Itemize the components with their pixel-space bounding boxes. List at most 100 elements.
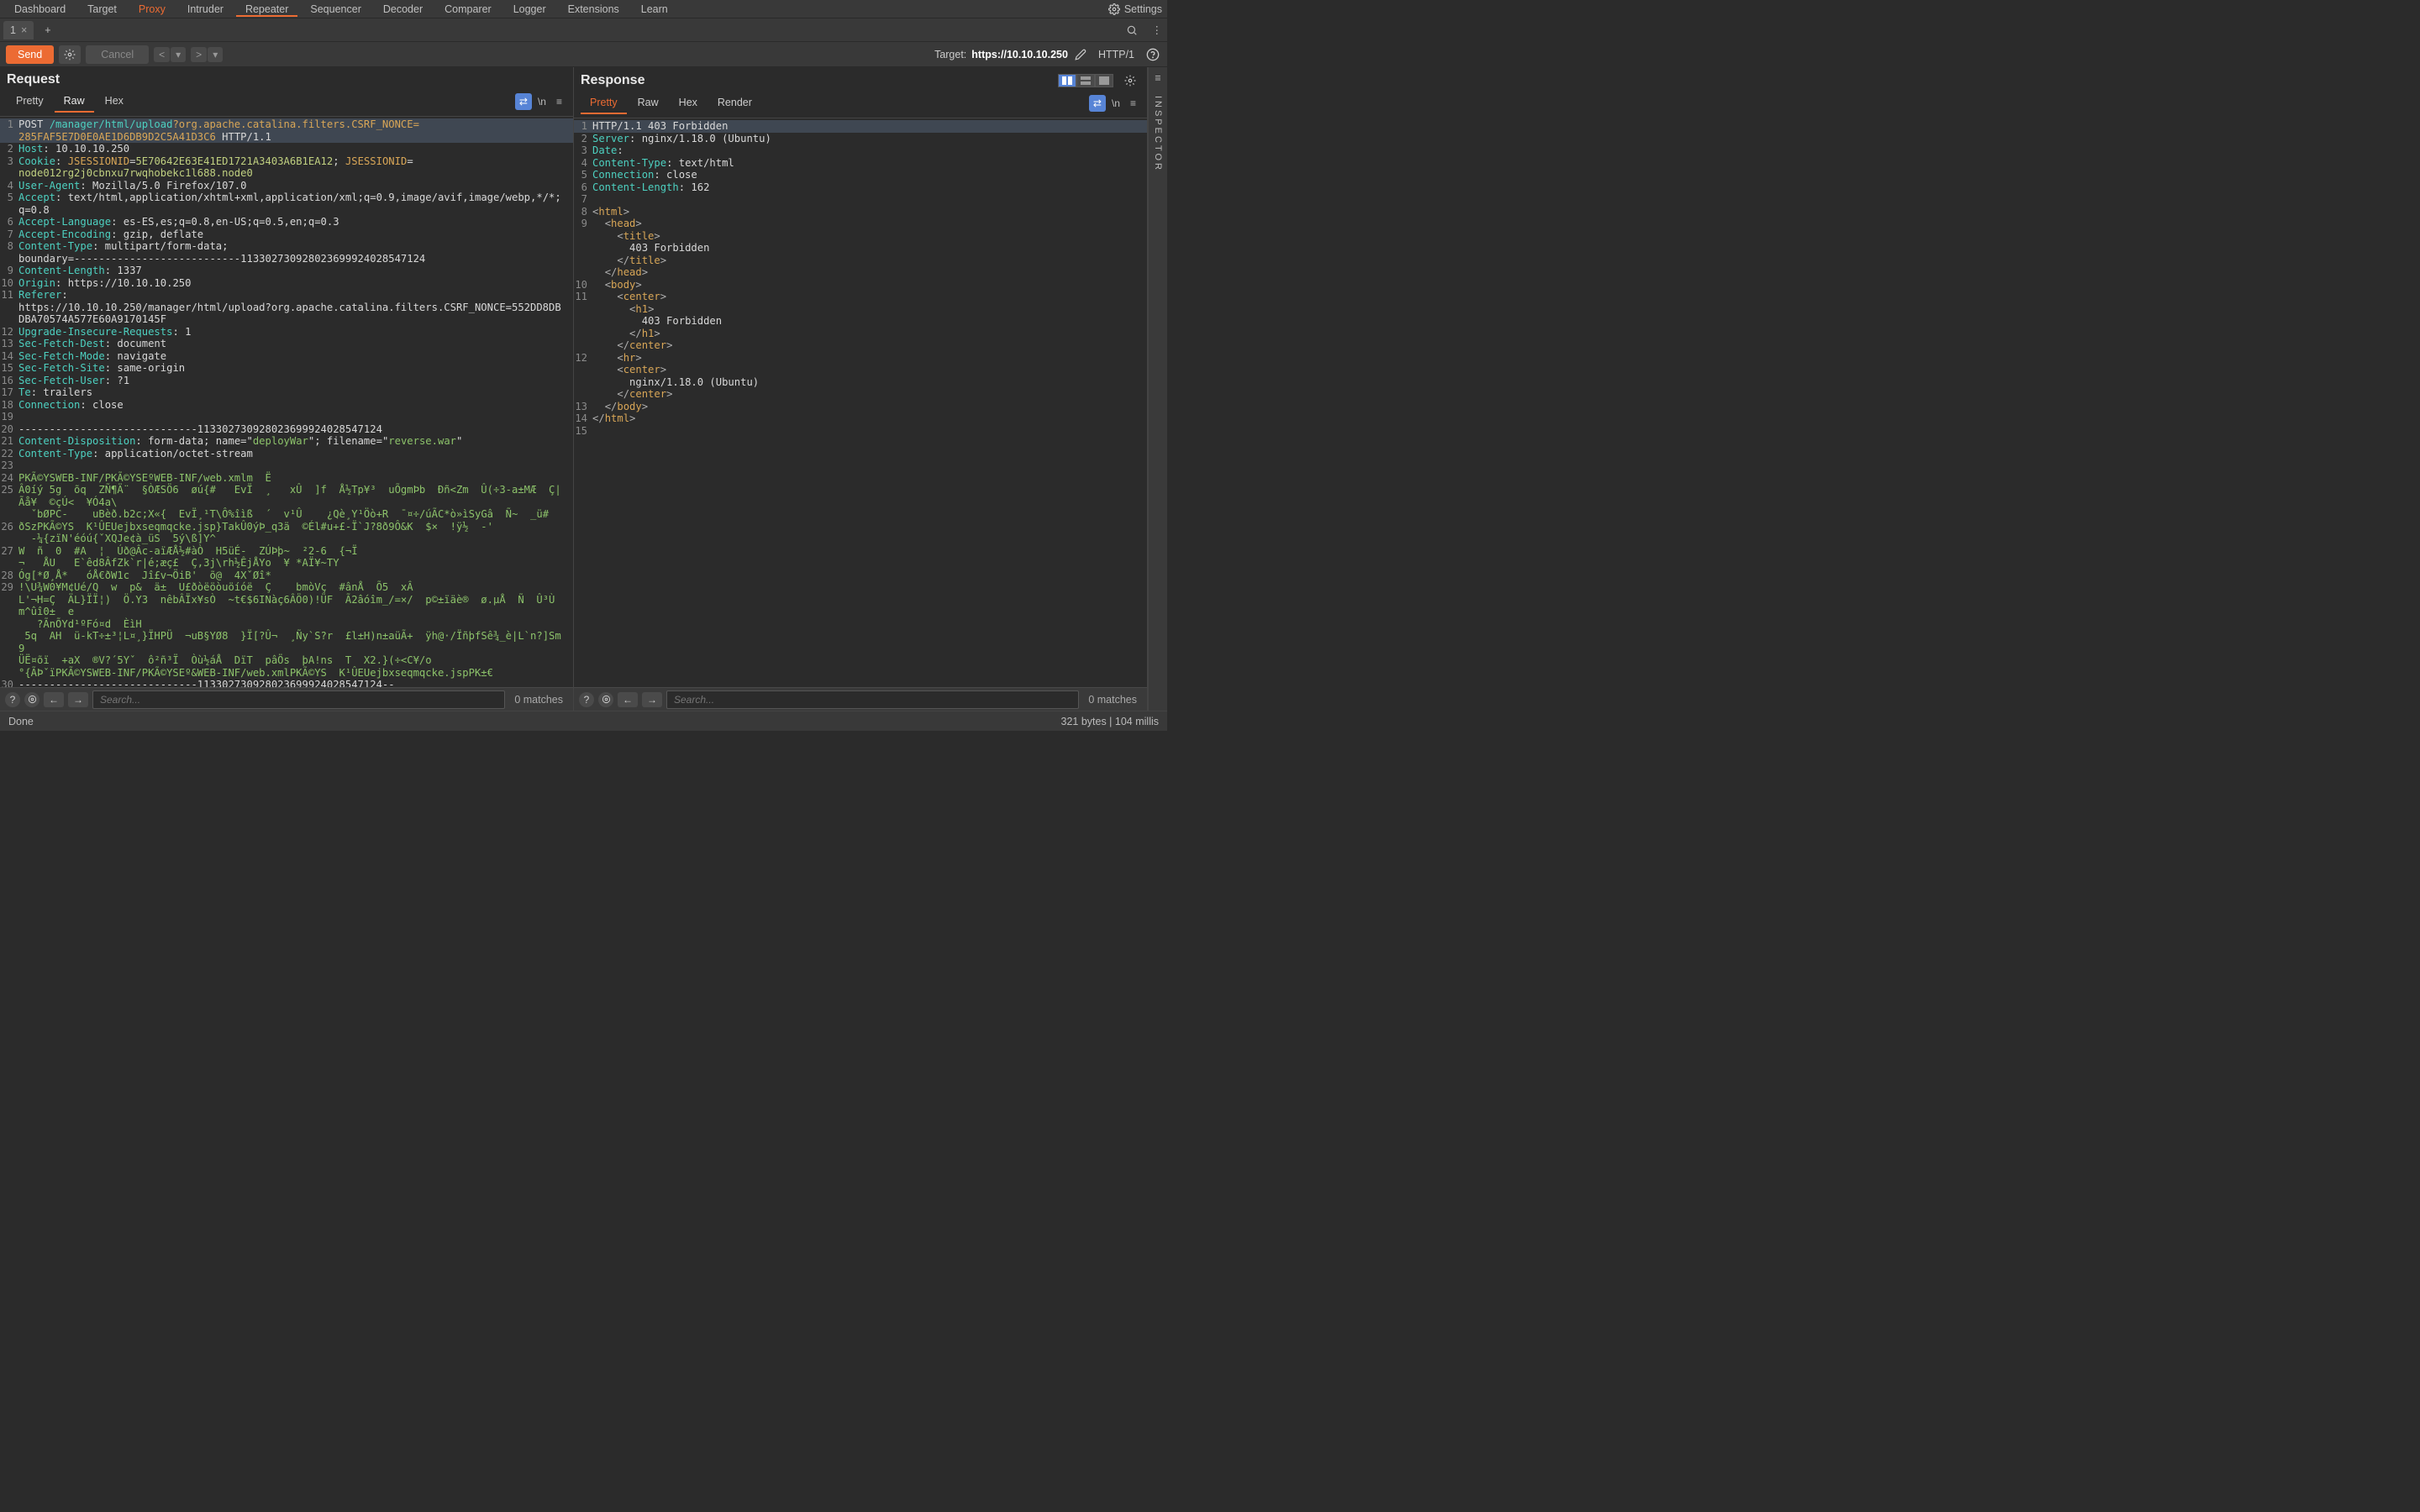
code-line[interactable]: 16Sec-Fetch-User: ?1 (0, 375, 573, 387)
history-back-dropdown[interactable]: ▾ (171, 47, 186, 62)
code-line[interactable]: 1POST /manager/html/upload?org.apache.ca… (0, 118, 573, 131)
code-line[interactable]: ˇbØPC- uBèð.b2c;X«{ EvÏ¸¹T\Ô%îìß ´ v¹Û ¿… (0, 508, 573, 521)
code-line[interactable]: 12 <hr> (574, 352, 1147, 365)
code-line[interactable]: 403 Forbidden (574, 242, 1147, 255)
menu-comparer[interactable]: Comparer (435, 2, 501, 17)
code-line[interactable]: 2Server: nginx/1.18.0 (Ubuntu) (574, 133, 1147, 145)
code-line[interactable]: 9 <head> (574, 218, 1147, 230)
layout-columns-button[interactable] (1058, 74, 1076, 87)
code-line[interactable]: -¼{zïN'éóú{ˇXQJe¢à_üS 5ý\ß]Y^ (0, 533, 573, 545)
subtab-pretty[interactable]: Pretty (581, 92, 627, 114)
code-line[interactable]: 10Origin: https://10.10.10.250 (0, 277, 573, 290)
code-line[interactable]: 403 Forbidden (574, 315, 1147, 328)
search-next-button[interactable]: → (642, 692, 662, 707)
menu-sequencer[interactable]: Sequencer (301, 2, 370, 17)
code-line[interactable]: 30-----------------------------113302730… (0, 679, 573, 687)
layout-rows-button[interactable] (1076, 74, 1095, 87)
code-line[interactable]: 19 (0, 411, 573, 423)
target-host[interactable]: https://10.10.10.250 (971, 49, 1068, 60)
response-settings-icon[interactable] (1120, 72, 1140, 89)
code-line[interactable]: 18Connection: close (0, 399, 573, 412)
code-line[interactable]: 2Host: 10.10.10.250 (0, 143, 573, 155)
code-line[interactable]: https://10.10.10.250/manager/html/upload… (0, 302, 573, 326)
search-icon[interactable] (1121, 21, 1143, 39)
code-line[interactable]: 13Sec-Fetch-Dest: document (0, 338, 573, 350)
code-line[interactable]: 3Cookie: JSESSIONID=5E70642E63E41ED1721A… (0, 155, 573, 168)
code-line[interactable]: 15Sec-Fetch-Site: same-origin (0, 362, 573, 375)
code-line[interactable]: <h1> (574, 303, 1147, 316)
menu-decoder[interactable]: Decoder (374, 2, 432, 17)
request-editor[interactable]: 1POST /manager/html/upload?org.apache.ca… (0, 117, 573, 687)
code-line[interactable]: 21Content-Disposition: form-data; name="… (0, 435, 573, 448)
code-line[interactable]: </title> (574, 255, 1147, 267)
code-line[interactable]: 11Referer: (0, 289, 573, 302)
code-line[interactable]: 8Content-Type: multipart/form-data; (0, 240, 573, 253)
code-line[interactable]: 1HTTP/1.1 403 Forbidden (574, 120, 1147, 133)
subtab-render[interactable]: Render (708, 92, 761, 114)
code-line[interactable]: 23 (0, 459, 573, 472)
menu-learn[interactable]: Learn (632, 2, 677, 17)
code-line[interactable]: 27W ñ 0 #A ¦ Úð@Âc-aïÆÅ½#àÒ H5üÉ- ZÚÞþ~ … (0, 545, 573, 558)
code-line[interactable]: 17Te: trailers (0, 386, 573, 399)
code-line[interactable]: <center> (574, 364, 1147, 376)
code-line[interactable]: 13 </body> (574, 401, 1147, 413)
code-line[interactable]: 9Content-Length: 1337 (0, 265, 573, 277)
code-line[interactable]: 25Â0íý 5g õq ZÑ¶Ä¨ §ÒÆSÖ6 øú{# EvÏ ¸ xÛ … (0, 484, 573, 508)
subtab-pretty[interactable]: Pretty (7, 91, 53, 113)
history-fwd-dropdown[interactable]: ▾ (208, 47, 223, 62)
newline-toggle[interactable]: \n (1107, 95, 1124, 112)
menu-target[interactable]: Target (78, 2, 126, 17)
code-line[interactable]: 14Sec-Fetch-Mode: navigate (0, 350, 573, 363)
inspector-toggle[interactable]: ⇄ (1089, 95, 1106, 112)
code-line[interactable]: 14</html> (574, 412, 1147, 425)
code-line[interactable]: 5Connection: close (574, 169, 1147, 181)
code-line[interactable]: </h1> (574, 328, 1147, 340)
code-line[interactable]: 15 (574, 425, 1147, 438)
layout-tabs-button[interactable] (1095, 74, 1113, 87)
code-line[interactable]: </head> (574, 266, 1147, 279)
code-line[interactable]: 4User-Agent: Mozilla/5.0 Firefox/107.0 (0, 180, 573, 192)
config-button[interactable] (59, 45, 81, 64)
sidebar-hamburger-icon[interactable]: ≡ (1155, 72, 1160, 84)
history-back-button[interactable]: < (154, 47, 170, 62)
code-line[interactable]: L'¬H=Ç ÄL}ÏÏ¦) Ö.Y3 nêbÂÏx¥sÒ ~t€$6INàç6… (0, 594, 573, 618)
code-line[interactable]: 22Content-Type: application/octet-stream (0, 448, 573, 460)
response-viewer[interactable]: 1HTTP/1.1 403 Forbidden2Server: nginx/1.… (574, 118, 1147, 687)
send-button[interactable]: Send (6, 45, 54, 64)
search-help-icon[interactable]: ? (5, 692, 20, 707)
code-line[interactable]: 8<html> (574, 206, 1147, 218)
close-icon[interactable]: × (21, 24, 27, 36)
code-line[interactable]: 24PKÃ©YSWEB-INF/PKÃ©YSEºWEB-INF/web.xmlm… (0, 472, 573, 485)
request-search-input[interactable] (92, 690, 505, 709)
code-line[interactable]: 12Upgrade-Insecure-Requests: 1 (0, 326, 573, 339)
subtab-raw[interactable]: Raw (629, 92, 668, 114)
inspector-toggle[interactable]: ⇄ (515, 93, 532, 110)
code-line[interactable]: 11 <center> (574, 291, 1147, 303)
search-settings-icon[interactable] (24, 692, 39, 707)
help-icon[interactable] (1144, 46, 1161, 63)
code-line[interactable]: 7 (574, 193, 1147, 206)
code-line[interactable]: ?ÃnÕYd¹ºFó¤d ÈìH (0, 618, 573, 631)
code-line[interactable]: 5Accept: text/html,application/xhtml+xml… (0, 192, 573, 216)
settings-button[interactable]: Settings (1108, 3, 1162, 15)
code-line[interactable]: 285FAF5E7D0E0AE1D6DB9D2C5A41D3C6 HTTP/1.… (0, 131, 573, 144)
new-tab-button[interactable]: + (38, 21, 57, 39)
code-line[interactable]: <title> (574, 230, 1147, 243)
code-line[interactable]: 20-----------------------------113302730… (0, 423, 573, 436)
menu-proxy[interactable]: Proxy (129, 2, 175, 17)
code-line[interactable]: 3Date: (574, 144, 1147, 157)
code-line[interactable]: 6Content-Length: 162 (574, 181, 1147, 194)
cancel-button[interactable]: Cancel (86, 45, 149, 64)
menu-extensions[interactable]: Extensions (559, 2, 629, 17)
code-line[interactable]: 5q AH ü-kT÷±³¦L¤¸}ÏHPÜ ¬uB§YØ8 }Ï[?Û¬ ¸Ñ… (0, 630, 573, 654)
http-version-selector[interactable]: HTTP/1 (1093, 47, 1139, 62)
newline-toggle[interactable]: \n (534, 93, 550, 110)
subtab-hex[interactable]: Hex (670, 92, 707, 114)
menu-dashboard[interactable]: Dashboard (5, 2, 75, 17)
search-next-button[interactable]: → (68, 692, 88, 707)
code-line[interactable]: 10 <body> (574, 279, 1147, 291)
code-line[interactable]: ÜË¤õï +aX ®V?´5Yˇ ô²ñ³Ï Òù½áÅ DïT pâÖs þ… (0, 654, 573, 667)
code-line[interactable]: °{ÃÞˇïPKÃ©YSWEB-INF/PKÃ©YSEº&WEB-INF/web… (0, 667, 573, 680)
code-line[interactable]: nginx/1.18.0 (Ubuntu) (574, 376, 1147, 389)
code-line[interactable]: ¬ ÅU E`êd8ÂfZk`r|é;æç£ Ç,3j\rh½ÊjÅYo ¥ *… (0, 557, 573, 570)
